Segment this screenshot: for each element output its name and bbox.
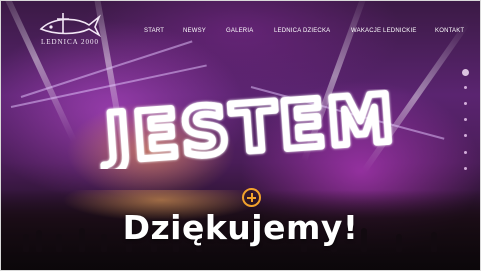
page: LEDNICA 2000 START NEWSY GALERIA LEDNICA… [0,0,481,271]
site-logo[interactable]: LEDNICA 2000 [31,9,109,49]
slider-dot-icon[interactable] [464,118,467,121]
nav-item-newsy[interactable]: NEWSY [183,28,206,34]
site-header: LEDNICA 2000 START NEWSY GALERIA LEDNICA… [1,1,480,53]
nav-item-start[interactable]: START [144,28,164,34]
slider-dot-icon[interactable] [464,86,467,89]
logo-text: LEDNICA 2000 [40,38,100,46]
plus-circle-icon[interactable] [242,188,261,207]
nav-item-lednica-dziecka[interactable]: LEDNICA DZIECKA [274,28,330,34]
slider-dot-icon[interactable] [462,69,469,76]
hero-title: JESTEM [96,89,403,169]
nav-item-kontakt[interactable]: KONTAKT [435,28,464,34]
slider-dot-icon[interactable] [464,151,467,154]
hero-subtitle: Dziękujemy! [122,208,359,247]
fish-cross-logo-icon [39,13,101,37]
hero-title-text: JESTEM [99,89,399,169]
slider-dot-icon[interactable] [464,134,467,137]
slider-dot-icon[interactable] [464,167,467,170]
slider-dot-icon[interactable] [464,102,467,105]
nav-item-galeria[interactable]: GALERIA [226,28,253,34]
nav-item-wakacje-lednickie[interactable]: WAKACJE LEDNICKIE [351,28,417,34]
